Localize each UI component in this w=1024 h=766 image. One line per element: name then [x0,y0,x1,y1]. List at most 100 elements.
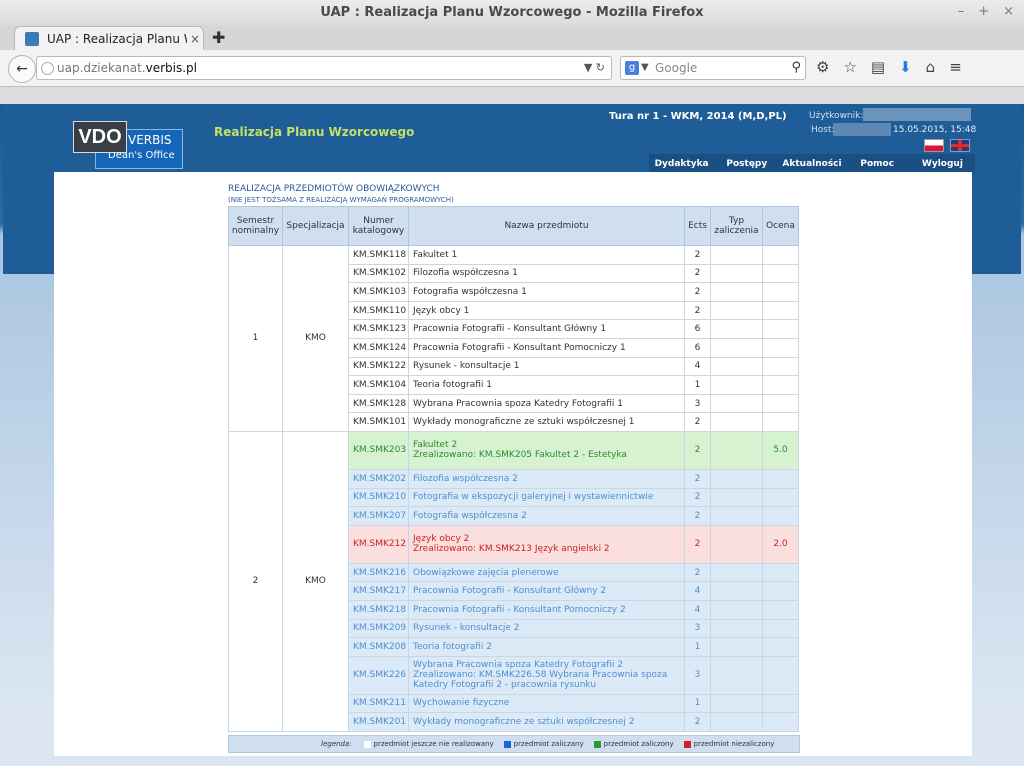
google-icon[interactable]: g [625,61,639,75]
course-code[interactable]: KM.SMK209 [348,618,409,639]
menu-item-dydaktyka[interactable]: Dydaktyka [649,154,714,174]
home-icon[interactable]: ⌂ [926,58,936,76]
legend-text: przedmiot zaliczony [603,740,674,748]
ocena-cell [762,562,799,583]
course-name[interactable]: Wychowanie fizyczne [408,693,685,714]
course-code[interactable]: KM.SMK104 [348,375,409,395]
course-name[interactable]: Rysunek - konsultacje 1 [408,356,685,377]
bookmark-star-icon[interactable]: ☆ [843,58,856,76]
menu-icon[interactable]: ≡ [949,58,962,76]
english-flag-icon[interactable] [950,139,970,152]
menu-item-pomoc[interactable]: Pomoc [845,154,910,174]
course-code[interactable]: KM.SMK103 [348,282,409,302]
course-code[interactable]: KM.SMK110 [348,300,409,321]
course-code[interactable]: KM.SMK217 [348,581,409,601]
course-name[interactable]: Fotografia współczesna 1 [408,282,685,302]
tab-close-icon[interactable]: × [187,32,203,46]
course-code[interactable]: KM.SMK207 [348,506,409,526]
polish-flag-icon[interactable] [924,139,944,152]
new-tab-icon[interactable]: ✚ [212,28,225,47]
ects-cell: 3 [684,393,711,414]
col-specjalizacja: Specjalizacja [282,206,349,246]
ocena-cell: 5.0 [762,430,799,470]
course-name[interactable]: Wybrana Pracownia spoza Katedry Fotograf… [408,655,685,695]
menu-item-aktualnosci[interactable]: Aktualności [779,154,844,174]
course-name[interactable]: Filozofia współczesna 1 [408,263,685,284]
course-code[interactable]: KM.SMK218 [348,599,409,620]
url-bar[interactable]: uap.dziekanat.verbis.pl ▼ ↻ [36,56,612,80]
search-engine-dropdown-icon[interactable]: ▼ [641,57,649,79]
minimize-icon[interactable]: – [958,4,965,19]
close-icon[interactable]: × [1003,4,1014,19]
window-controls: – + × [958,4,1014,19]
course-name[interactable]: Teoria fotografii 1 [408,375,685,395]
reload-icon[interactable]: ↻ [596,61,605,74]
course-name[interactable]: Język obcy 1 [408,300,685,321]
course-realized-text: Zrealizowano: KM.SMK213 Język angielski … [413,544,610,555]
course-name[interactable]: Wykłady monograficzne ze sztuki współcze… [408,712,685,732]
course-code[interactable]: KM.SMK201 [348,712,409,732]
course-name[interactable]: Pracownia Fotografii - Konsultant Pomocn… [408,337,685,358]
back-button[interactable]: ← [8,55,36,83]
course-name[interactable]: Wykłady monograficzne ze sztuki współcze… [408,412,685,432]
ocena-cell [762,300,799,321]
col-nazwa: Nazwa przedmiotu [408,206,685,246]
ects-cell: 1 [684,637,711,657]
reading-list-icon[interactable]: ▤ [871,58,885,76]
course-name[interactable]: Obowiązkowe zajęcia plenerowe [408,562,685,583]
section-title: REALIZACJA PRZEDMIOTÓW OBOWIĄZKOWYCH [228,184,440,194]
course-code[interactable]: KM.SMK226 [348,655,409,695]
course-name-text: Wykłady monograficzne ze sztuki współcze… [413,717,635,728]
ocena-cell: 2.0 [762,524,799,564]
dropdown-icon[interactable]: ▼ [584,61,592,74]
course-name[interactable]: Pracownia Fotografii - Konsultant Pomocn… [408,599,685,620]
course-name-text: Język obcy 1 [413,305,470,316]
maximize-icon[interactable]: + [978,4,989,19]
course-name[interactable]: Fotografia współczesna 2 [408,506,685,526]
course-name[interactable]: Fakultet 1 [408,245,685,265]
course-code[interactable]: KM.SMK102 [348,263,409,284]
course-code[interactable]: KM.SMK101 [348,412,409,432]
legend-swatch-blue [503,740,511,748]
search-icon[interactable]: ⚲ [791,57,801,79]
course-code[interactable]: KM.SMK128 [348,393,409,414]
ects-cell: 3 [684,655,711,695]
col-typ: Typ zaliczenia [710,206,763,246]
menu-item-postepy[interactable]: Postępy [714,154,779,174]
tab-bar: UAP : Realizacja Planu Wz... × ✚ [0,26,1024,50]
course-code[interactable]: KM.SMK203 [348,430,409,470]
course-code[interactable]: KM.SMK202 [348,468,409,489]
search-input[interactable]: g ▼ Google ⚲ [620,56,806,80]
course-name[interactable]: Wybrana Pracownia spoza Katedry Fotograf… [408,393,685,414]
ects-cell: 2 [684,300,711,321]
course-name[interactable]: Pracownia Fotografii - Konsultant Główny… [408,319,685,339]
course-code[interactable]: KM.SMK123 [348,319,409,339]
ects-cell: 2 [684,524,711,564]
ocena-cell [762,356,799,377]
ocena-cell [762,581,799,601]
download-icon[interactable]: ⬇ [899,58,912,76]
course-name[interactable]: Fotografia w ekspozycji galeryjnej i wys… [408,487,685,508]
course-code[interactable]: KM.SMK212 [348,524,409,564]
course-name[interactable]: Pracownia Fotografii - Konsultant Główny… [408,581,685,601]
menu-item-wyloguj[interactable]: Wyloguj [910,154,975,174]
course-code[interactable]: KM.SMK211 [348,693,409,714]
course-name[interactable]: Filozofia współczesna 2 [408,468,685,489]
ocena-cell [762,599,799,620]
course-name[interactable]: Język obcy 2 Zrealizowano: KM.SMK213 Języ… [408,524,685,564]
course-name[interactable]: Teoria fotografii 2 [408,637,685,657]
course-name[interactable]: Rysunek - konsultacje 2 [408,618,685,639]
course-code[interactable]: KM.SMK118 [348,245,409,265]
course-name-text: Fotografia w ekspozycji galeryjnej i wys… [413,492,654,503]
course-code[interactable]: KM.SMK210 [348,487,409,508]
addon-icon[interactable]: ⚙ [816,58,829,76]
ects-cell: 2 [684,430,711,470]
typ-cell [710,506,763,526]
course-code[interactable]: KM.SMK124 [348,337,409,358]
ects-cell: 2 [684,712,711,732]
course-code[interactable]: KM.SMK208 [348,637,409,657]
course-code[interactable]: KM.SMK122 [348,356,409,377]
tab-active[interactable]: UAP : Realizacja Planu Wz... × [14,26,204,50]
course-name[interactable]: Fakultet 2 Zrealizowano: KM.SMK205 Fakult… [408,430,685,470]
course-code[interactable]: KM.SMK216 [348,562,409,583]
